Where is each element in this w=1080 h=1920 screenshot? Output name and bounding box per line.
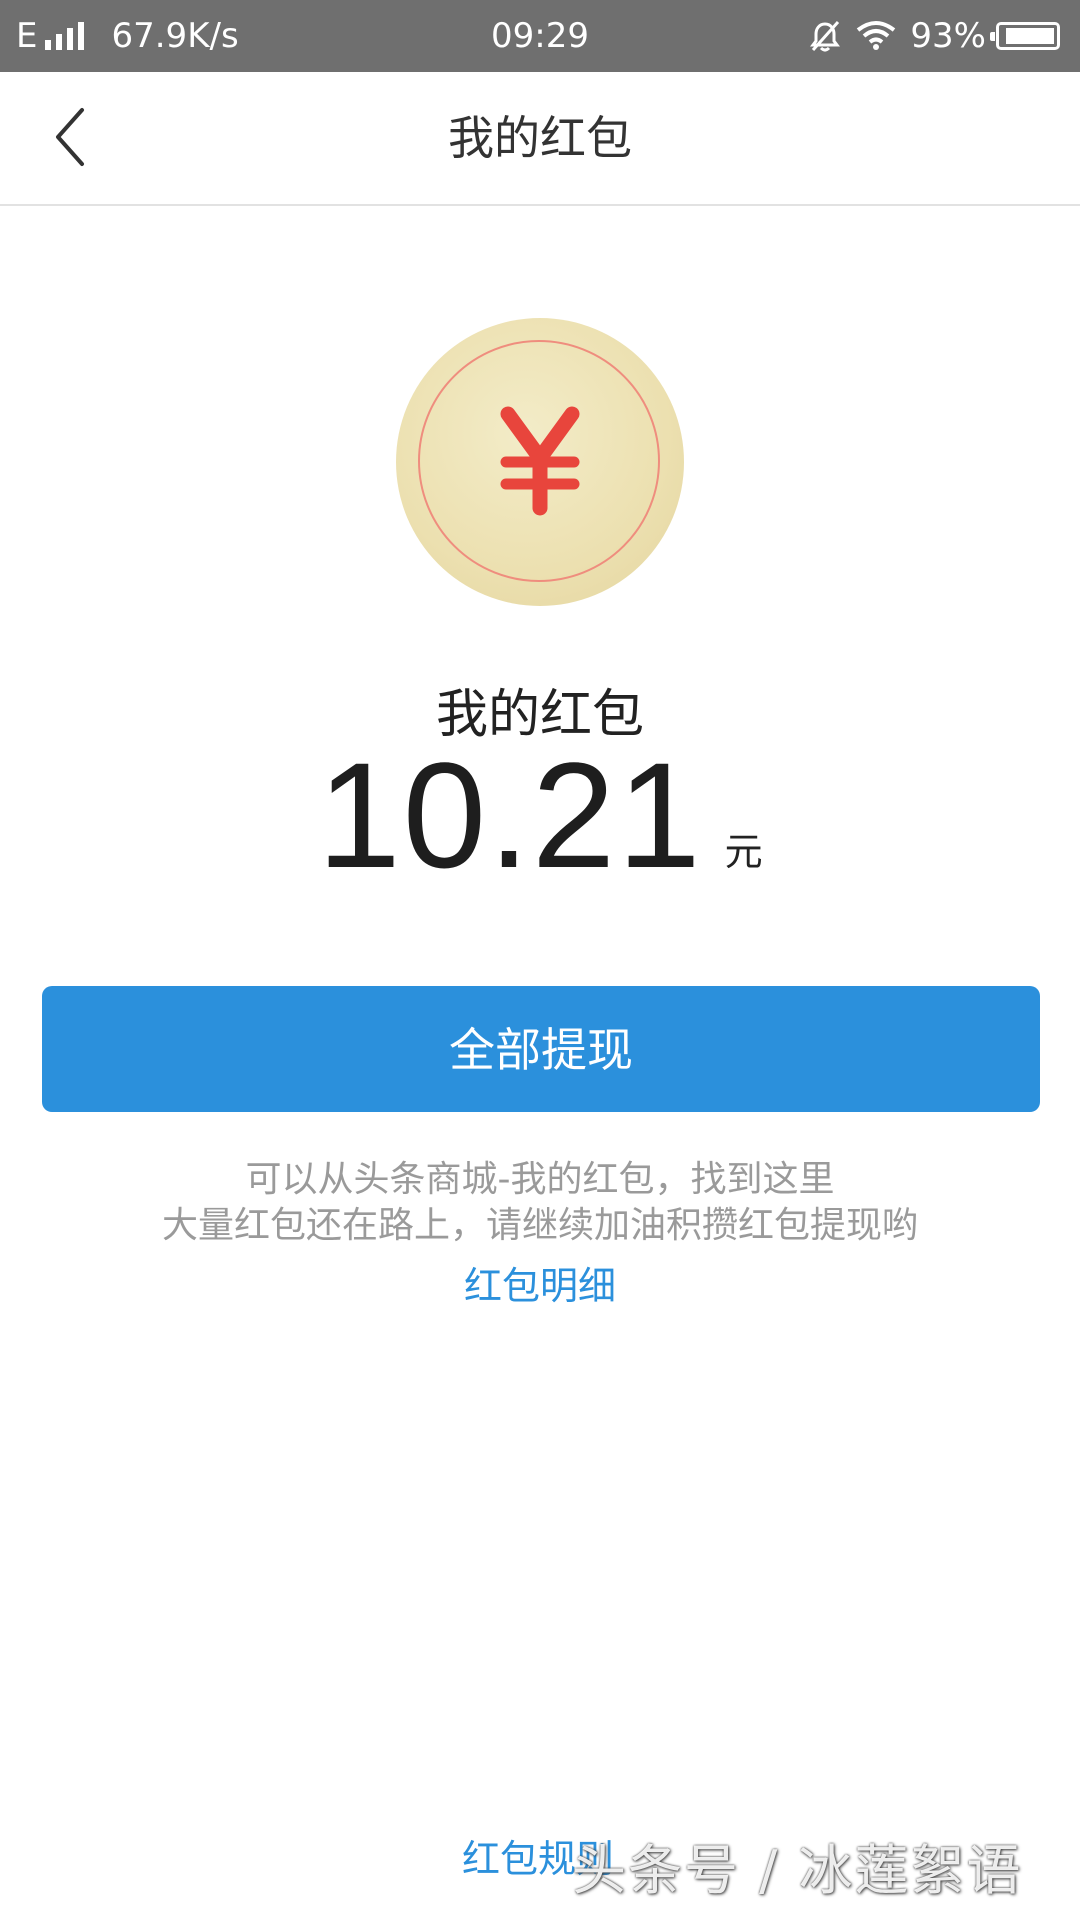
chevron-left-icon bbox=[56, 108, 84, 166]
back-button[interactable] bbox=[40, 102, 110, 172]
amount-row: 10.21 元 bbox=[0, 740, 1080, 890]
battery-icon bbox=[990, 22, 1060, 50]
red-packet-detail-link[interactable]: 红包明细 bbox=[0, 1255, 1080, 1310]
alarm-off-icon bbox=[810, 21, 841, 52]
page-title: 我的红包 bbox=[448, 111, 632, 165]
nav-bar: 我的红包 bbox=[0, 72, 1080, 206]
battery-percent: 93% bbox=[910, 16, 986, 56]
currency-unit: 元 bbox=[724, 830, 763, 874]
wifi-icon bbox=[857, 21, 896, 50]
hint-line-2: 大量红包还在路上，请继续加油积攒红包提现哟 bbox=[161, 1205, 918, 1246]
withdraw-all-button[interactable]: 全部提现 bbox=[42, 986, 1040, 1112]
status-bar: E 67.9K/s 09:29 93% bbox=[0, 0, 1080, 72]
red-packet-screen: E 67.9K/s 09:29 93% 我的红包 我的红包 10.21 元 全部… bbox=[0, 0, 1080, 1920]
watermark: 头条号 / 冰莲絮语 bbox=[572, 1839, 1023, 1902]
status-right: 93% bbox=[808, 0, 1060, 72]
yen-icon bbox=[500, 406, 580, 516]
hint-line-1: 可以从头条商城-我的红包，找到这里 bbox=[245, 1159, 835, 1200]
balance-amount: 10.21 bbox=[317, 731, 703, 899]
red-packet-coin bbox=[396, 318, 684, 606]
